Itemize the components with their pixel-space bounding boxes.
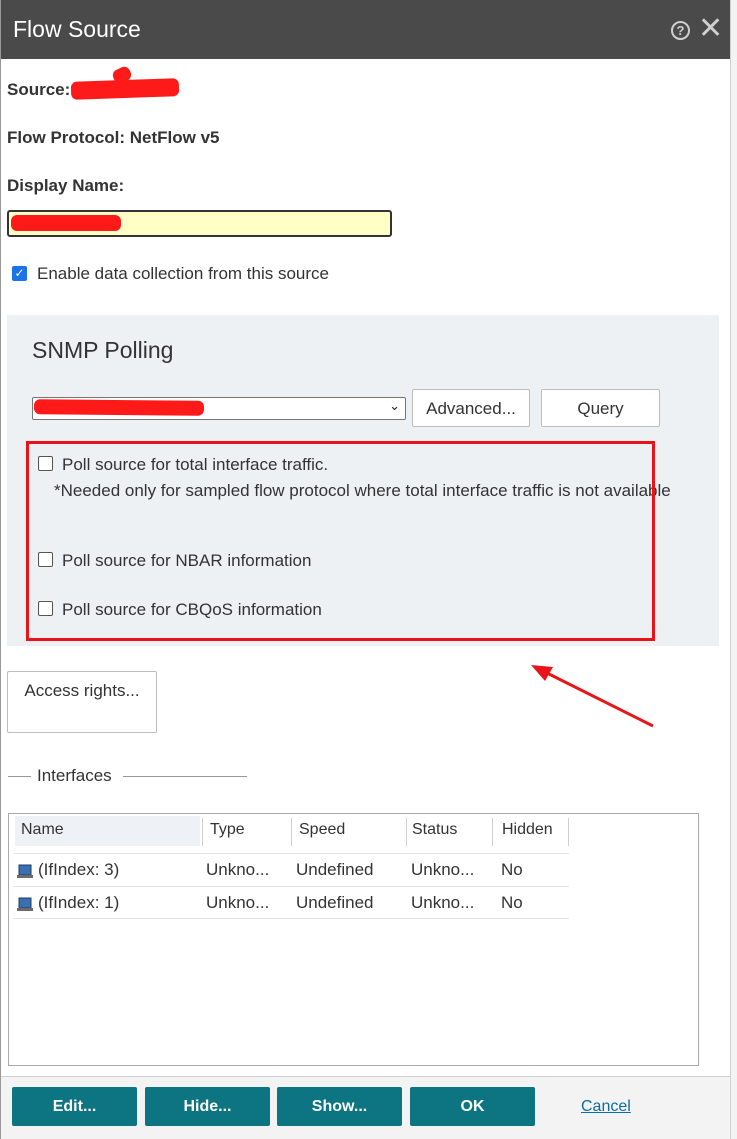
interface-speed: Undefined	[296, 893, 374, 912]
dialog-title: Flow Source	[13, 16, 141, 42]
column-header-hidden[interactable]: Hidden	[496, 816, 568, 846]
interface-hidden: No	[501, 893, 523, 912]
title-bar[interactable]: Flow Source ? ✕	[1, 0, 730, 59]
column-separator	[291, 818, 292, 846]
column-separator	[202, 818, 203, 846]
query-button[interactable]: Query	[541, 389, 660, 427]
hide-button[interactable]: Hide...	[145, 1087, 270, 1126]
close-icon[interactable]: ✕	[698, 14, 723, 44]
interface-hidden: No	[501, 860, 523, 879]
column-header-type[interactable]: Type	[204, 816, 290, 846]
network-interface-icon	[17, 864, 33, 878]
interface-status: Unkno...	[411, 860, 475, 879]
advanced-button[interactable]: Advanced...	[412, 389, 530, 427]
interfaces-divider-right	[123, 776, 247, 777]
enable-collection-checkbox[interactable]: ✓	[12, 266, 27, 281]
interface-status: Unkno...	[411, 893, 475, 912]
enable-collection-label: Enable data collection from this source	[37, 264, 329, 283]
edit-button[interactable]: Edit...	[12, 1087, 137, 1126]
column-separator	[492, 818, 493, 846]
flow-protocol-label: Flow Protocol: NetFlow v5	[7, 128, 220, 147]
network-interface-icon	[17, 897, 33, 911]
redacted-source-value	[70, 78, 180, 100]
redacted-display-name	[11, 215, 121, 231]
interfaces-divider-left	[8, 776, 31, 777]
column-header-speed[interactable]: Speed	[293, 816, 405, 846]
red-highlight-annotation	[26, 441, 655, 641]
row-divider	[13, 918, 569, 919]
column-header-name[interactable]: Name	[15, 816, 200, 846]
red-arrow-annotation	[531, 665, 654, 728]
flow-source-dialog: Flow Source ? ✕ Source: Flow Protocol: N…	[0, 0, 737, 1139]
interface-type: Unkno...	[206, 860, 270, 879]
row-divider	[13, 853, 569, 854]
snmp-polling-title: SNMP Polling	[32, 337, 174, 363]
show-button[interactable]: Show...	[277, 1087, 402, 1126]
chevron-down-icon: ⌄	[389, 398, 400, 413]
row-divider	[13, 886, 569, 887]
interface-name[interactable]: (IfIndex: 3)	[38, 860, 119, 880]
redacted-snmp-value	[33, 399, 205, 416]
display-name-label: Display Name:	[7, 176, 125, 195]
cancel-link[interactable]: Cancel	[581, 1098, 631, 1116]
column-header-status[interactable]: Status	[406, 816, 491, 846]
source-label: Source:	[7, 80, 71, 99]
access-rights-button[interactable]: Access rights...	[7, 671, 157, 733]
column-separator	[568, 818, 569, 846]
background-window-edge	[730, 0, 737, 1139]
ok-button[interactable]: OK	[410, 1087, 535, 1126]
interface-type: Unkno...	[206, 893, 270, 912]
interfaces-section-title: Interfaces	[37, 766, 112, 785]
help-icon[interactable]: ?	[671, 21, 690, 40]
interface-name[interactable]: (IfIndex: 1)	[38, 893, 119, 913]
interface-speed: Undefined	[296, 860, 374, 879]
interfaces-table[interactable]	[8, 813, 699, 1066]
